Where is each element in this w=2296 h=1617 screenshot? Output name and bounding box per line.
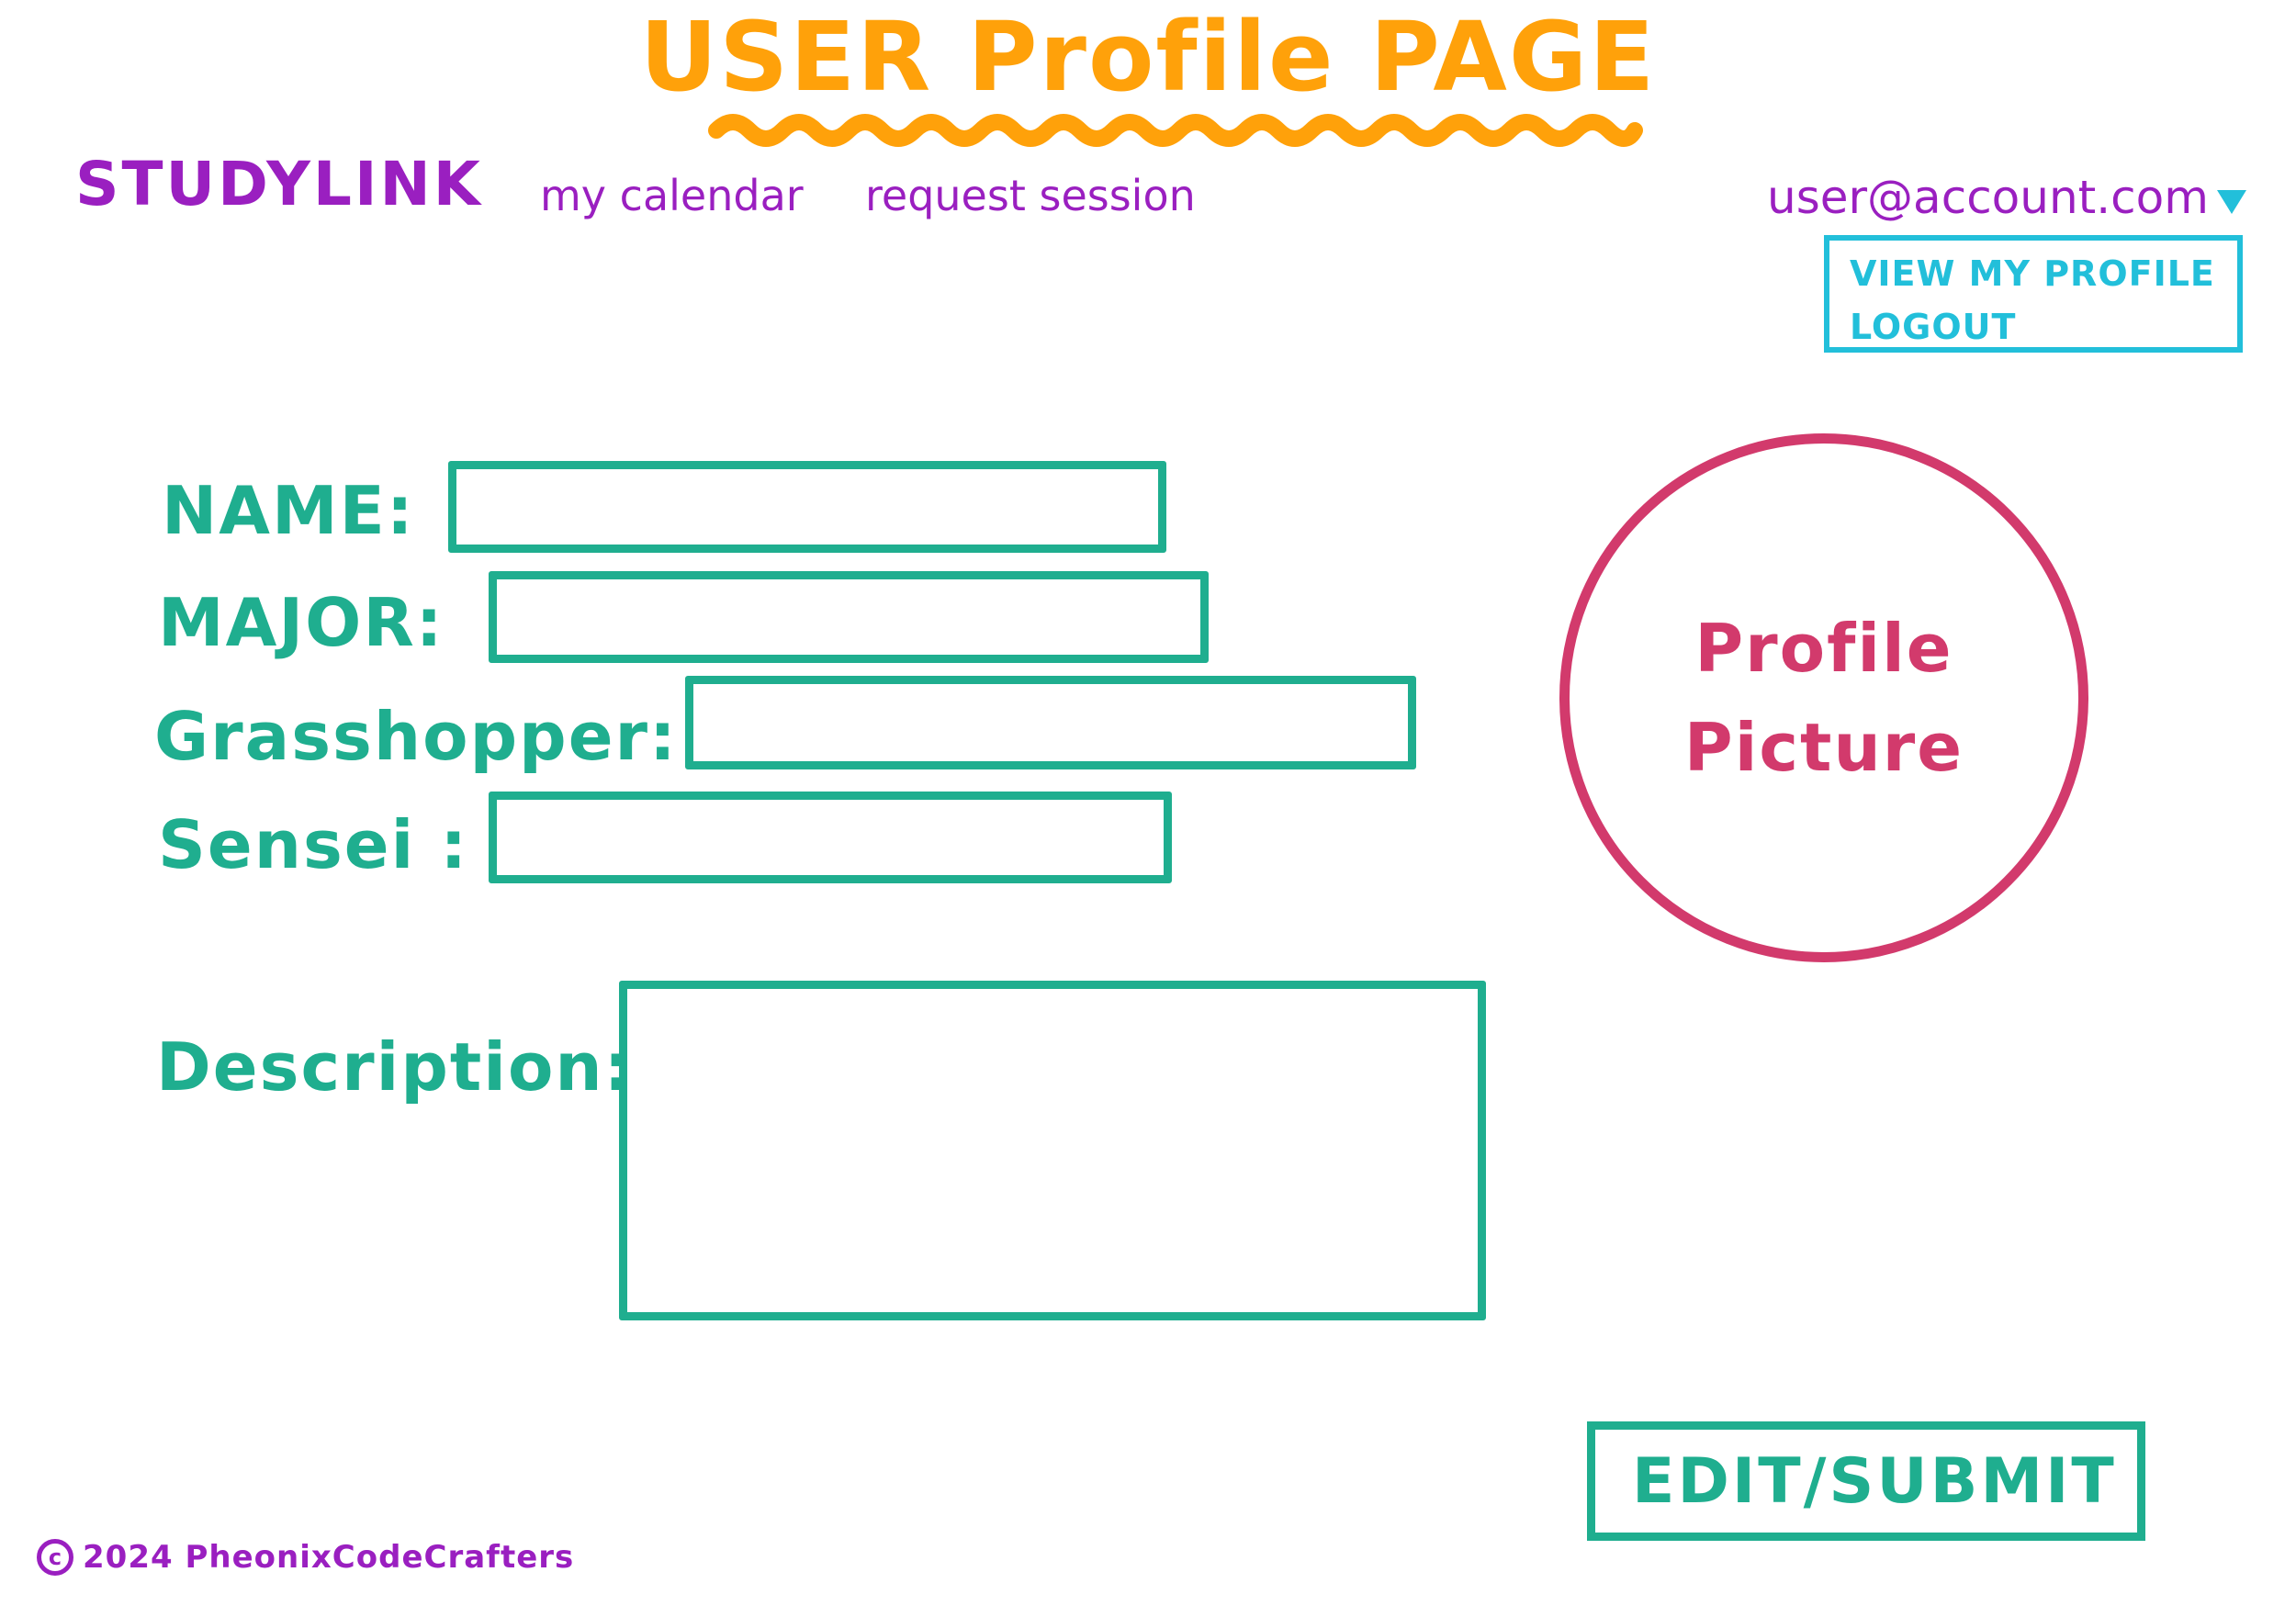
page-title: USER Profile PAGE — [639, 1, 1657, 113]
sensei-input[interactable] — [489, 792, 1172, 883]
footer: c 2024 PheonixCodeCrafters — [37, 1539, 574, 1576]
menu-item-view-profile[interactable]: VIEW MY PROFILE — [1850, 253, 2215, 294]
grasshopper-input[interactable] — [685, 676, 1416, 769]
nav-request-session-link[interactable]: request session — [865, 171, 1196, 220]
copyright-icon: c — [37, 1539, 73, 1576]
sensei-label: Sensei : — [158, 806, 469, 883]
caret-down-icon[interactable] — [2215, 188, 2248, 216]
account-dropdown-menu: VIEW MY PROFILE LOGOUT — [1824, 235, 2243, 353]
profile-picture-label-line2: Picture — [1683, 709, 1964, 786]
major-label: MAJOR: — [158, 584, 445, 661]
footer-copyright-text: 2024 PheonixCodeCrafters — [83, 1539, 575, 1576]
description-label: Description: — [156, 1028, 633, 1106]
description-textarea[interactable] — [619, 981, 1486, 1320]
profile-picture-label-line1: Profile — [1694, 610, 1953, 687]
name-input[interactable] — [448, 461, 1166, 553]
nav-my-calendar-link[interactable]: my calendar — [540, 171, 804, 220]
account-email[interactable]: user@account.com — [1767, 171, 2209, 224]
title-underline-squiggle — [708, 114, 1643, 147]
profile-picture-placeholder[interactable]: Profile Picture — [1559, 433, 2088, 962]
grasshopper-label: Grasshopper: — [154, 698, 678, 775]
name-label: NAME: — [162, 472, 415, 549]
brand-logo[interactable]: STUDYLINK — [75, 149, 483, 219]
major-input[interactable] — [489, 571, 1209, 663]
menu-item-logout[interactable]: LOGOUT — [1850, 307, 2016, 347]
edit-submit-button[interactable]: EDIT/SUBMIT — [1587, 1421, 2145, 1541]
